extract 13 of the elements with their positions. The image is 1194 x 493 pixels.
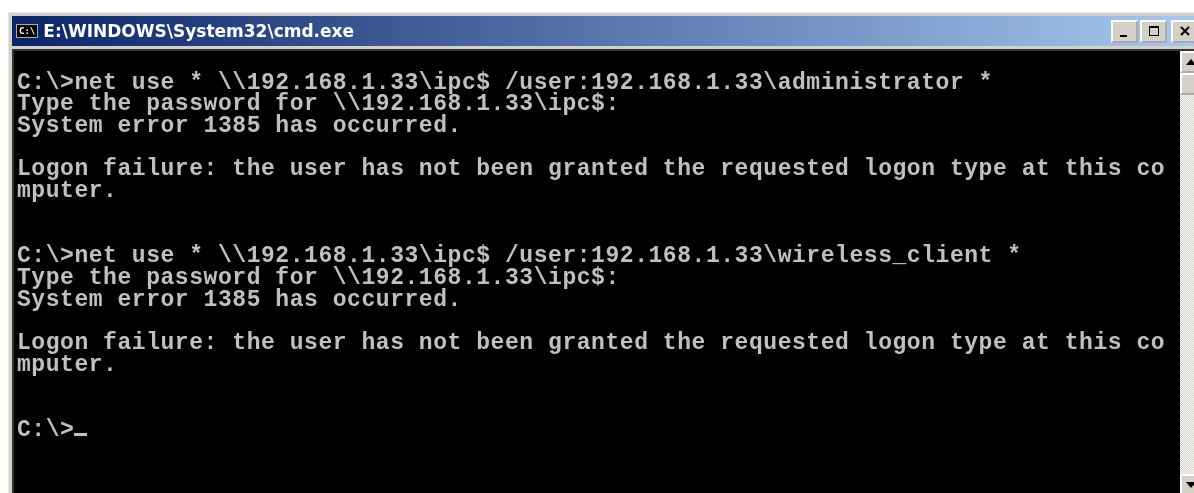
down-arrow-icon [1185, 481, 1194, 489]
maximize-button[interactable] [1140, 19, 1167, 43]
console-icon: C:\ [16, 24, 39, 38]
maximize-icon [1146, 25, 1161, 37]
prompt-text: C:\> [17, 416, 75, 443]
console-line: Logon failure: the user has not been granted the requested logon type at this co [17, 156, 1166, 183]
minimize-button[interactable] [1111, 19, 1138, 43]
text-cursor [74, 432, 88, 436]
close-button[interactable] [1171, 19, 1194, 43]
up-arrow-icon [1185, 58, 1194, 66]
close-icon [1177, 25, 1192, 37]
minimize-icon [1119, 35, 1127, 37]
window-title: E:\WINDOWS\System32\cmd.exe [43, 21, 356, 41]
